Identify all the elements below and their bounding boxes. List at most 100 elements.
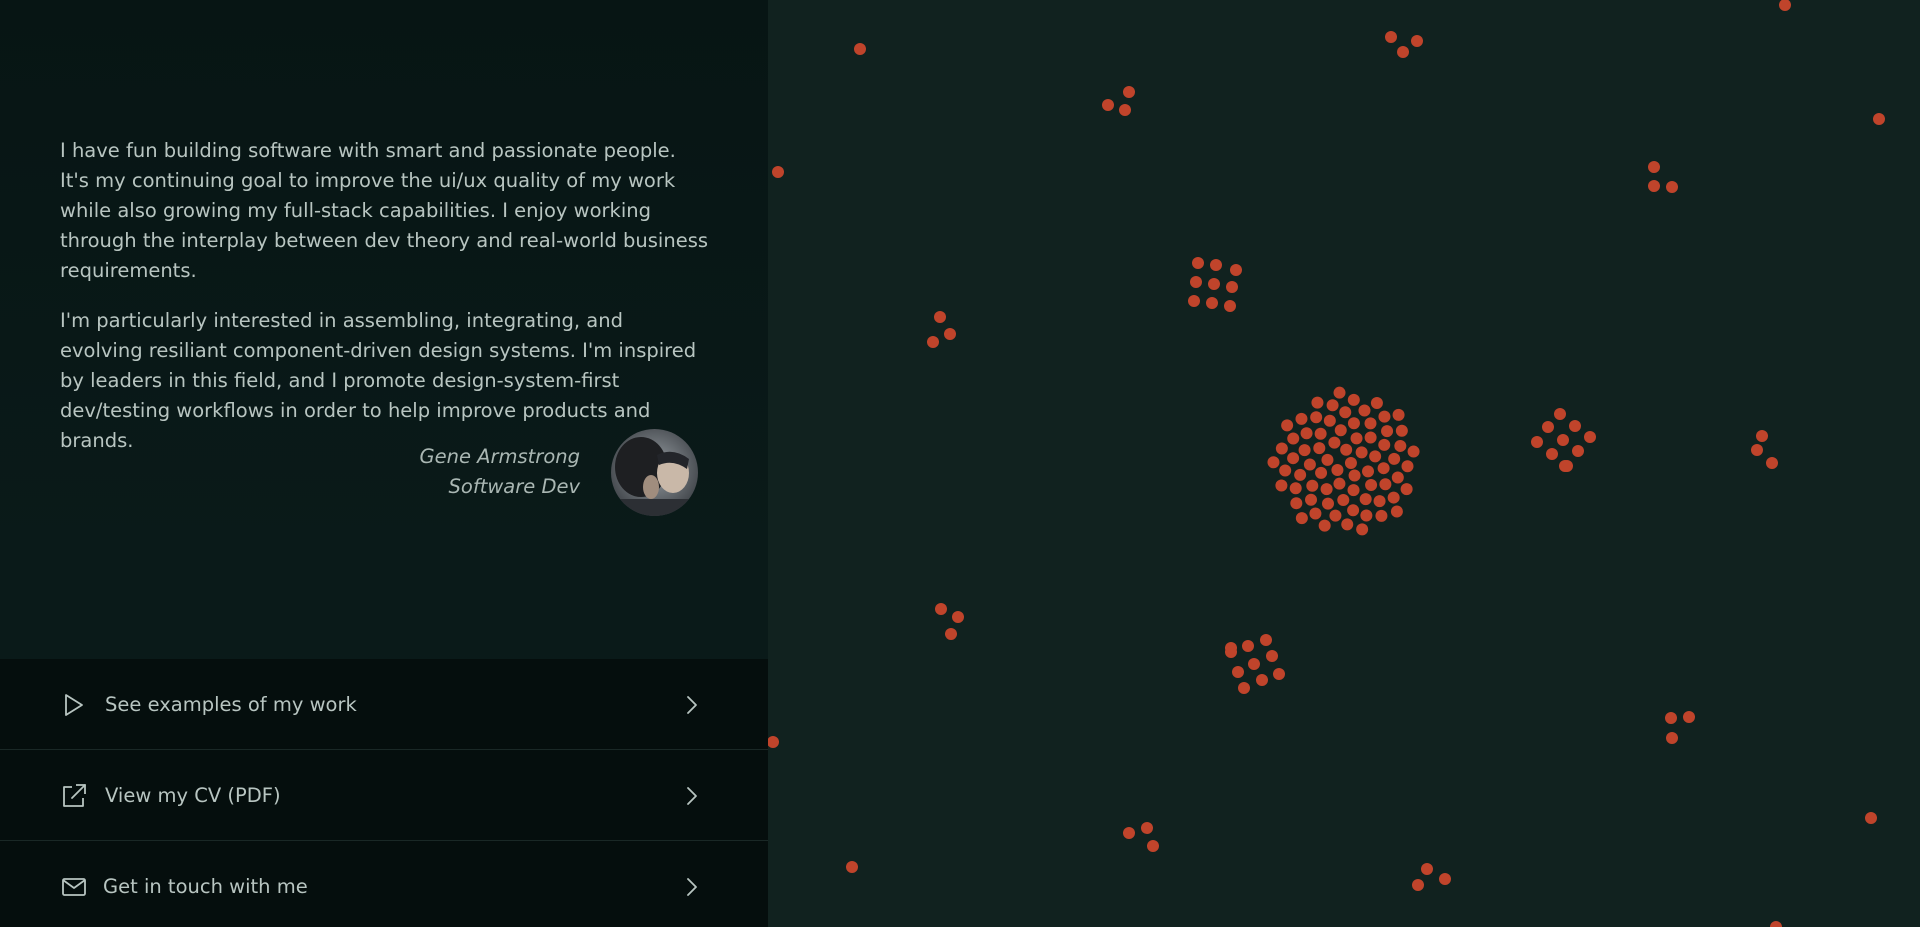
see-examples-link[interactable]: See examples of my work: [0, 659, 768, 750]
dot: [1331, 463, 1344, 476]
dot: [1123, 86, 1135, 98]
dot: [1102, 99, 1114, 111]
dot: [1546, 448, 1558, 460]
dot: [1557, 434, 1569, 446]
dot: [1648, 161, 1660, 173]
dot: [1397, 46, 1409, 58]
dot: [1123, 827, 1135, 839]
dot: [1347, 417, 1360, 430]
chevron-right-icon: [684, 784, 700, 808]
dot: [1379, 478, 1392, 491]
dot: [1360, 509, 1373, 522]
dot: [1873, 113, 1885, 125]
dot: [1531, 436, 1543, 448]
dot: [1321, 453, 1334, 466]
dot: [1230, 264, 1242, 276]
dot: [1328, 436, 1341, 449]
dot: [1569, 420, 1581, 432]
dot: [1356, 523, 1369, 536]
dot: [1242, 640, 1254, 652]
dot: [1358, 404, 1371, 417]
dot: [1287, 452, 1300, 465]
dot: [1378, 438, 1391, 451]
dot: [1572, 445, 1584, 457]
dot: [1369, 450, 1382, 463]
dot: [1289, 482, 1302, 495]
dot: [1290, 497, 1303, 510]
dot: [1341, 518, 1354, 531]
dot: [1279, 464, 1292, 477]
dot: [1648, 180, 1660, 192]
dot: [1318, 519, 1331, 532]
dot: [1347, 484, 1360, 497]
dots-visualization: [768, 0, 1920, 927]
dot: [1766, 457, 1778, 469]
see-examples-label: See examples of my work: [105, 693, 357, 716]
dot: [1256, 674, 1268, 686]
dot: [1665, 712, 1677, 724]
dot: [1421, 863, 1433, 875]
dot: [1329, 509, 1342, 522]
dot: [1311, 396, 1324, 409]
dot: [1355, 446, 1368, 459]
dot: [1313, 442, 1326, 455]
dot: [1584, 431, 1596, 443]
dot: [1225, 642, 1237, 654]
external-link-icon: [60, 782, 88, 810]
dot: [772, 166, 784, 178]
dot: [1147, 840, 1159, 852]
dot: [1683, 711, 1695, 723]
dot: [1287, 432, 1300, 445]
dot: [1273, 668, 1285, 680]
dot: [1388, 452, 1401, 465]
dot: [1339, 406, 1352, 419]
dot: [1364, 431, 1377, 444]
dot: [934, 311, 946, 323]
dot: [1306, 479, 1319, 492]
dot: [1395, 424, 1408, 437]
dot: [944, 328, 956, 340]
mail-icon: [60, 873, 88, 901]
dot: [1206, 297, 1218, 309]
dot: [1315, 466, 1328, 479]
contact-link[interactable]: Get in touch with me: [0, 841, 768, 927]
dot: [1362, 465, 1375, 478]
avatar: [611, 429, 698, 516]
dot: [1390, 505, 1403, 518]
dot: [1381, 425, 1394, 438]
view-cv-link[interactable]: View my CV (PDF): [0, 750, 768, 841]
signature-role: Software Dev: [448, 475, 580, 498]
dot: [1248, 658, 1260, 670]
dot: [1377, 462, 1390, 475]
dot: [1305, 493, 1318, 506]
dot: [1370, 396, 1383, 409]
dot: [1226, 281, 1238, 293]
dot: [1295, 412, 1308, 425]
dot: [927, 336, 939, 348]
dot: [1294, 468, 1307, 481]
dot: [1373, 495, 1386, 508]
play-icon: [60, 691, 88, 719]
dot: [1298, 444, 1311, 457]
dot: [1378, 410, 1391, 423]
dot: [1334, 424, 1347, 437]
dot: [1666, 181, 1678, 193]
dot: [1326, 399, 1339, 412]
dot: [1865, 812, 1877, 824]
dots-canvas: [768, 0, 1885, 927]
dot: [1391, 471, 1404, 484]
dot: [945, 628, 957, 640]
dot: [1350, 432, 1363, 445]
chevron-right-icon: [684, 875, 700, 899]
dot: [1770, 921, 1782, 927]
dot: [1260, 634, 1272, 646]
dot: [1295, 512, 1308, 525]
dot: [1141, 822, 1153, 834]
dot: [1188, 295, 1200, 307]
dot: [1412, 879, 1424, 891]
dot: [1385, 31, 1397, 43]
dot: [1275, 479, 1288, 492]
dot: [1554, 408, 1566, 420]
dot: [1275, 442, 1288, 455]
dot: [952, 611, 964, 623]
